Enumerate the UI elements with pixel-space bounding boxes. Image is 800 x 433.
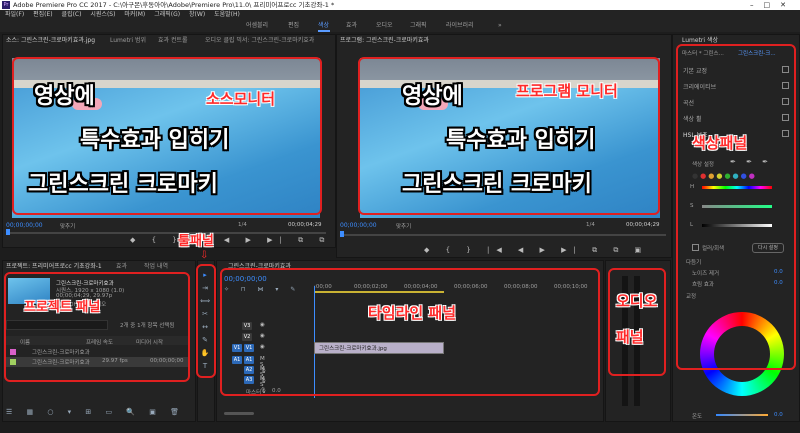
close-button[interactable]: ✕ <box>780 1 796 9</box>
program-overlay-line1: 영상에 <box>402 84 463 109</box>
tab-history[interactable]: 작업 내역 <box>144 262 168 272</box>
temperature-value[interactable]: 0.0 <box>774 412 783 418</box>
audio-panel-label-1: 오디오 <box>616 292 658 310</box>
menu-marker[interactable]: 마커(M) <box>124 11 145 18</box>
workspace-graphics[interactable]: 그래픽 <box>410 20 427 32</box>
source-monitor-label: 소스모니터 <box>206 90 276 108</box>
source-transport-controls[interactable]: ◆ { } |◀ ◀ ▶ ▶| ⧉ ⧉ ▣ <box>130 236 354 245</box>
program-duration: 00;00;04;29 <box>626 222 660 228</box>
timeline-annotation-box <box>220 268 600 396</box>
source-duration: 00;00;04;29 <box>288 222 322 228</box>
menu-file[interactable]: 파일(F) <box>5 11 24 18</box>
source-overlay-line3: 그린스크린 크로마키 <box>28 172 218 197</box>
source-fit-dropdown[interactable]: 맞추기 <box>60 222 75 230</box>
hand-icon[interactable]: ✋ <box>200 348 210 358</box>
program-overlay-line3: 그린스크린 크로마키 <box>402 172 592 197</box>
workspace-active-underline <box>318 30 330 32</box>
workspace-effects[interactable]: 효과 <box>346 20 357 32</box>
tools-panel-label: 툴패널 <box>178 234 214 249</box>
temperature-slider[interactable] <box>716 414 768 416</box>
program-ratio-dropdown[interactable]: 1/4 <box>586 222 595 228</box>
workspace-audio[interactable]: 오디오 <box>376 20 393 32</box>
project-panel-label: 프로젝트 패널 <box>24 300 101 315</box>
project-annotation-box <box>4 272 190 382</box>
project-bottom-toolbar[interactable]: ☰ ▦ ○ ▾ ⊞ ▭ 🔍 ▣ 🗑 <box>6 408 185 416</box>
timeline-zoom-scrollbar[interactable] <box>224 412 254 415</box>
menu-help[interactable]: 도움말(H) <box>214 11 240 18</box>
workspace-edit[interactable]: 편집 <box>288 20 299 32</box>
timeline-panel-label: 타임라인 패널 <box>368 304 457 322</box>
program-fit-dropdown[interactable]: 맞추기 <box>396 222 411 230</box>
window-title: Adobe Premiere Pro CC 2017 - C:\아구몬\후동아아… <box>13 1 335 9</box>
tab-audio-clip-mixer[interactable]: 오디오 클립 믹서: 그린스크린-크로마키효과 <box>205 36 314 46</box>
lumetri-panel-label: 색상패널 <box>692 134 748 152</box>
audio-annotation-box <box>608 268 666 376</box>
menu-edit[interactable]: 편집(E) <box>33 11 53 18</box>
minimize-button[interactable]: – <box>750 1 764 9</box>
ripple-edit-icon[interactable]: ⟺ <box>200 296 210 306</box>
source-playhead[interactable] <box>6 229 10 235</box>
source-timecode[interactable]: 00;00;00;00 <box>6 222 43 229</box>
program-overlay-line2: 특수효과 입히기 <box>446 128 596 153</box>
title-bar: Pr Adobe Premiere Pro CC 2017 - C:\아구몬\후… <box>0 0 800 10</box>
track-select-icon[interactable]: ⇥ <box>200 283 210 293</box>
menu-bar: 파일(F) 편집(E) 클립(C) 시퀀스(S) 마커(M) 그래픽(G) 창(… <box>0 10 800 20</box>
tab-project[interactable]: 프로젝트: 프리미어프로cc 기초강좌-1 <box>6 262 102 272</box>
lumetri-annotation-box <box>676 44 796 370</box>
tab-effects[interactable]: 효과 <box>116 262 127 272</box>
menu-graphics[interactable]: 그래픽(G) <box>154 11 180 18</box>
source-overlay-line2: 특수효과 입히기 <box>80 128 230 153</box>
program-monitor-label: 프로그램 모니터 <box>516 82 618 100</box>
maximize-button[interactable]: □ <box>764 1 781 9</box>
slip-icon[interactable]: ↔ <box>200 322 210 332</box>
source-overlay-line1: 영상에 <box>34 84 95 109</box>
tab-program[interactable]: 프로그램: 그린스크린-크로마키효과 <box>340 36 429 46</box>
premiere-app-icon: Pr <box>2 1 10 9</box>
menu-sequence[interactable]: 시퀀스(S) <box>90 11 115 18</box>
tab-source[interactable]: 소스: 그린스크린-크로마키효과.jpg <box>6 36 95 46</box>
audio-panel-label-2: 패널 <box>616 328 644 346</box>
tab-lumetri-scopes[interactable]: Lumetri 범위 <box>110 36 146 46</box>
workspace-assembly[interactable]: 어셈블리 <box>246 20 268 32</box>
pen-icon[interactable]: ✎ <box>200 335 210 345</box>
window-controls: –□✕ <box>750 0 796 10</box>
source-scrub-bar[interactable] <box>6 232 326 234</box>
program-playhead[interactable] <box>340 231 344 237</box>
tab-effect-controls[interactable]: 효과 컨트롤 <box>158 36 188 46</box>
menu-window[interactable]: 창(W) <box>189 11 205 18</box>
workspace-bar: 어셈블리 편집 색상 효과 오디오 그래픽 라이브러리 » <box>0 20 800 32</box>
program-scrub-bar[interactable] <box>340 234 666 236</box>
program-transport-controls[interactable]: ◆ { } |◀ ◀ ▶ ▶| ⧉ ⧉ ▣ <box>424 246 648 255</box>
type-icon[interactable]: T <box>200 361 210 371</box>
selection-tool-icon[interactable]: ▸ <box>200 270 210 280</box>
source-ratio-dropdown[interactable]: 1/4 <box>238 222 247 228</box>
temperature-label: 온도 <box>692 414 703 420</box>
razor-icon[interactable]: ✂ <box>200 309 210 319</box>
workspace-libraries[interactable]: 라이브러리 <box>446 20 474 32</box>
workspace-more-button[interactable]: » <box>498 20 502 32</box>
program-timecode[interactable]: 00;00;00;00 <box>340 222 377 229</box>
tools-arrow-icon: ⇩ <box>200 250 209 261</box>
menu-clip[interactable]: 클립(C) <box>62 11 82 18</box>
